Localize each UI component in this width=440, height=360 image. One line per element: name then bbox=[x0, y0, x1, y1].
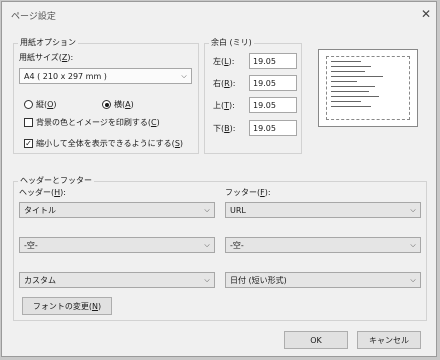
change-font-button[interactable]: フォントの変更(N) bbox=[22, 297, 112, 315]
check-icon: ✓ bbox=[24, 139, 33, 148]
page-setup-dialog: ページ設定 ✕ 用紙オプション 用紙サイズ(Z): A4 ( 210 x 297… bbox=[1, 1, 437, 357]
preview-line bbox=[331, 96, 379, 97]
paper-options-label: 用紙オプション bbox=[18, 38, 78, 48]
header-footer-label: ヘッダーとフッター bbox=[18, 176, 94, 186]
chevron-down-icon: ⌵ bbox=[410, 240, 416, 249]
preview-line bbox=[331, 71, 365, 72]
header-select-2[interactable]: -空- ⌵ bbox=[19, 237, 215, 253]
print-background-checkbox[interactable]: 背景の色とイメージを印刷する(C) bbox=[24, 117, 160, 128]
footer-select-1[interactable]: URL ⌵ bbox=[225, 202, 421, 218]
margin-left-input[interactable]: 19.05 bbox=[249, 53, 297, 69]
radio-indicator bbox=[24, 100, 33, 109]
page-preview bbox=[318, 49, 418, 127]
preview-line bbox=[331, 101, 361, 102]
preview-line bbox=[331, 61, 361, 62]
shrink-to-fit-checkbox[interactable]: ✓ 縮小して全体を表示できるようにする(S) bbox=[24, 138, 183, 149]
chevron-down-icon: ⌵ bbox=[204, 275, 210, 284]
preview-line bbox=[331, 76, 383, 77]
header-select-1[interactable]: タイトル ⌵ bbox=[19, 202, 215, 218]
margins-label: 余白 (ミリ) bbox=[209, 38, 254, 48]
margin-top-label: 上(T): bbox=[213, 101, 235, 110]
footer-label: フッター(F): bbox=[225, 188, 271, 197]
close-icon[interactable]: ✕ bbox=[421, 8, 431, 20]
dialog-title: ページ設定 bbox=[11, 12, 56, 22]
preview-line bbox=[331, 106, 371, 107]
header-label: ヘッダー(H): bbox=[19, 188, 66, 197]
cancel-button[interactable]: キャンセル bbox=[357, 331, 421, 349]
chevron-down-icon: ⌵ bbox=[181, 71, 187, 80]
portrait-radio[interactable]: 縦(O) bbox=[24, 99, 57, 110]
header-select-3[interactable]: カスタム ⌵ bbox=[19, 272, 215, 288]
paper-size-value: A4 ( 210 x 297 mm ) bbox=[24, 71, 107, 81]
footer-select-2[interactable]: -空- ⌵ bbox=[225, 237, 421, 253]
chevron-down-icon: ⌵ bbox=[204, 240, 210, 249]
margin-right-input[interactable]: 19.05 bbox=[249, 75, 297, 91]
paper-size-select[interactable]: A4 ( 210 x 297 mm ) ⌵ bbox=[19, 68, 192, 84]
preview-line bbox=[331, 91, 369, 92]
paper-size-label: 用紙サイズ(Z): bbox=[19, 53, 74, 62]
margin-bottom-label: 下(B): bbox=[213, 124, 236, 133]
ok-button[interactable]: OK bbox=[284, 331, 348, 349]
checkbox-box bbox=[24, 118, 33, 127]
landscape-radio[interactable]: 横(A) bbox=[102, 99, 134, 110]
radio-indicator bbox=[102, 100, 111, 109]
preview-margin-box bbox=[326, 56, 410, 120]
preview-line bbox=[331, 66, 371, 67]
chevron-down-icon: ⌵ bbox=[410, 275, 416, 284]
margin-top-input[interactable]: 19.05 bbox=[249, 97, 297, 113]
preview-line bbox=[331, 81, 357, 82]
chevron-down-icon: ⌵ bbox=[204, 205, 210, 214]
preview-line bbox=[331, 86, 375, 87]
chevron-down-icon: ⌵ bbox=[410, 205, 416, 214]
margin-bottom-input[interactable]: 19.05 bbox=[249, 120, 297, 136]
footer-select-3[interactable]: 日付 (短い形式) ⌵ bbox=[225, 272, 421, 288]
margin-left-label: 左(L): bbox=[213, 57, 235, 66]
margin-right-label: 右(R): bbox=[213, 79, 236, 88]
